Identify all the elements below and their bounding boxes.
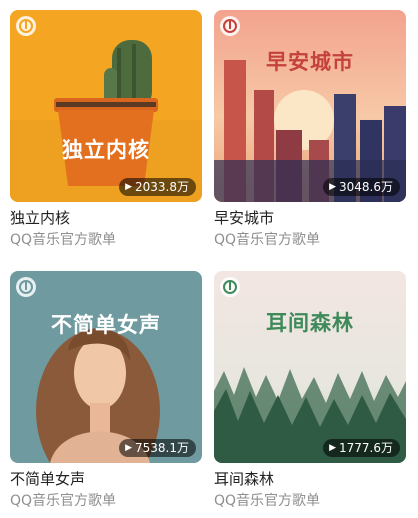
playlist-subtitle: QQ音乐官方歌单 <box>214 493 321 509</box>
cover-title: 耳间森林 <box>266 311 354 335</box>
playlist-subtitle: QQ音乐官方歌单 <box>10 232 117 248</box>
qq-music-logo-icon <box>220 277 240 297</box>
playlist-subtitle: QQ音乐官方歌单 <box>214 232 321 248</box>
playlist-grid: 独立内核 ▶ 2033.8万 独立内核 QQ音乐官方歌单 早安城市 ▶ 3048… <box>0 0 418 518</box>
cover-art-woman <box>10 271 202 463</box>
playlist-card-4[interactable]: 耳间森林 ▶ 1777.6万 耳间森林 QQ音乐官方歌单 <box>214 271 406 510</box>
playlist-name[interactable]: 不简单女声 <box>10 469 202 489</box>
playlist-name[interactable]: 独立内核 <box>10 208 202 228</box>
playlist-cover-4[interactable]: 耳间森林 ▶ 1777.6万 <box>214 271 406 463</box>
play-icon: ▶ <box>125 182 132 192</box>
cover-title: 不简单女声 <box>51 313 161 337</box>
cover-title: 独立内核 <box>62 138 150 162</box>
play-icon: ▶ <box>329 182 336 192</box>
playlist-name[interactable]: 耳间森林 <box>214 469 406 489</box>
play-icon: ▶ <box>125 443 132 453</box>
playlist-card-2[interactable]: 早安城市 ▶ 3048.6万 早安城市 QQ音乐官方歌单 <box>214 10 406 249</box>
cover-art-city <box>214 10 406 202</box>
cover-title: 早安城市 <box>266 50 354 74</box>
play-count-badge: ▶ 3048.6万 <box>323 178 400 196</box>
play-count: 2033.8万 <box>135 180 189 194</box>
cover-art-forest <box>214 271 406 463</box>
play-count: 7538.1万 <box>135 441 189 455</box>
play-icon: ▶ <box>329 443 336 453</box>
qq-music-logo-icon <box>16 277 36 297</box>
play-count-badge: ▶ 1777.6万 <box>323 439 400 457</box>
qq-music-logo-icon <box>16 16 36 36</box>
play-count: 3048.6万 <box>339 180 393 194</box>
playlist-subtitle: QQ音乐官方歌单 <box>10 493 117 509</box>
playlist-name[interactable]: 早安城市 <box>214 208 406 228</box>
qq-music-logo-icon <box>220 16 240 36</box>
playlist-card-1[interactable]: 独立内核 ▶ 2033.8万 独立内核 QQ音乐官方歌单 <box>10 10 202 249</box>
playlist-card-3[interactable]: 不简单女声 ▶ 7538.1万 不简单女声 QQ音乐官方歌单 <box>10 271 202 510</box>
play-count-badge: ▶ 7538.1万 <box>119 439 196 457</box>
play-count-badge: ▶ 2033.8万 <box>119 178 196 196</box>
cover-art-cactus <box>10 10 202 202</box>
playlist-cover-3[interactable]: 不简单女声 ▶ 7538.1万 <box>10 271 202 463</box>
playlist-cover-2[interactable]: 早安城市 ▶ 3048.6万 <box>214 10 406 202</box>
play-count: 1777.6万 <box>339 441 393 455</box>
playlist-cover-1[interactable]: 独立内核 ▶ 2033.8万 <box>10 10 202 202</box>
